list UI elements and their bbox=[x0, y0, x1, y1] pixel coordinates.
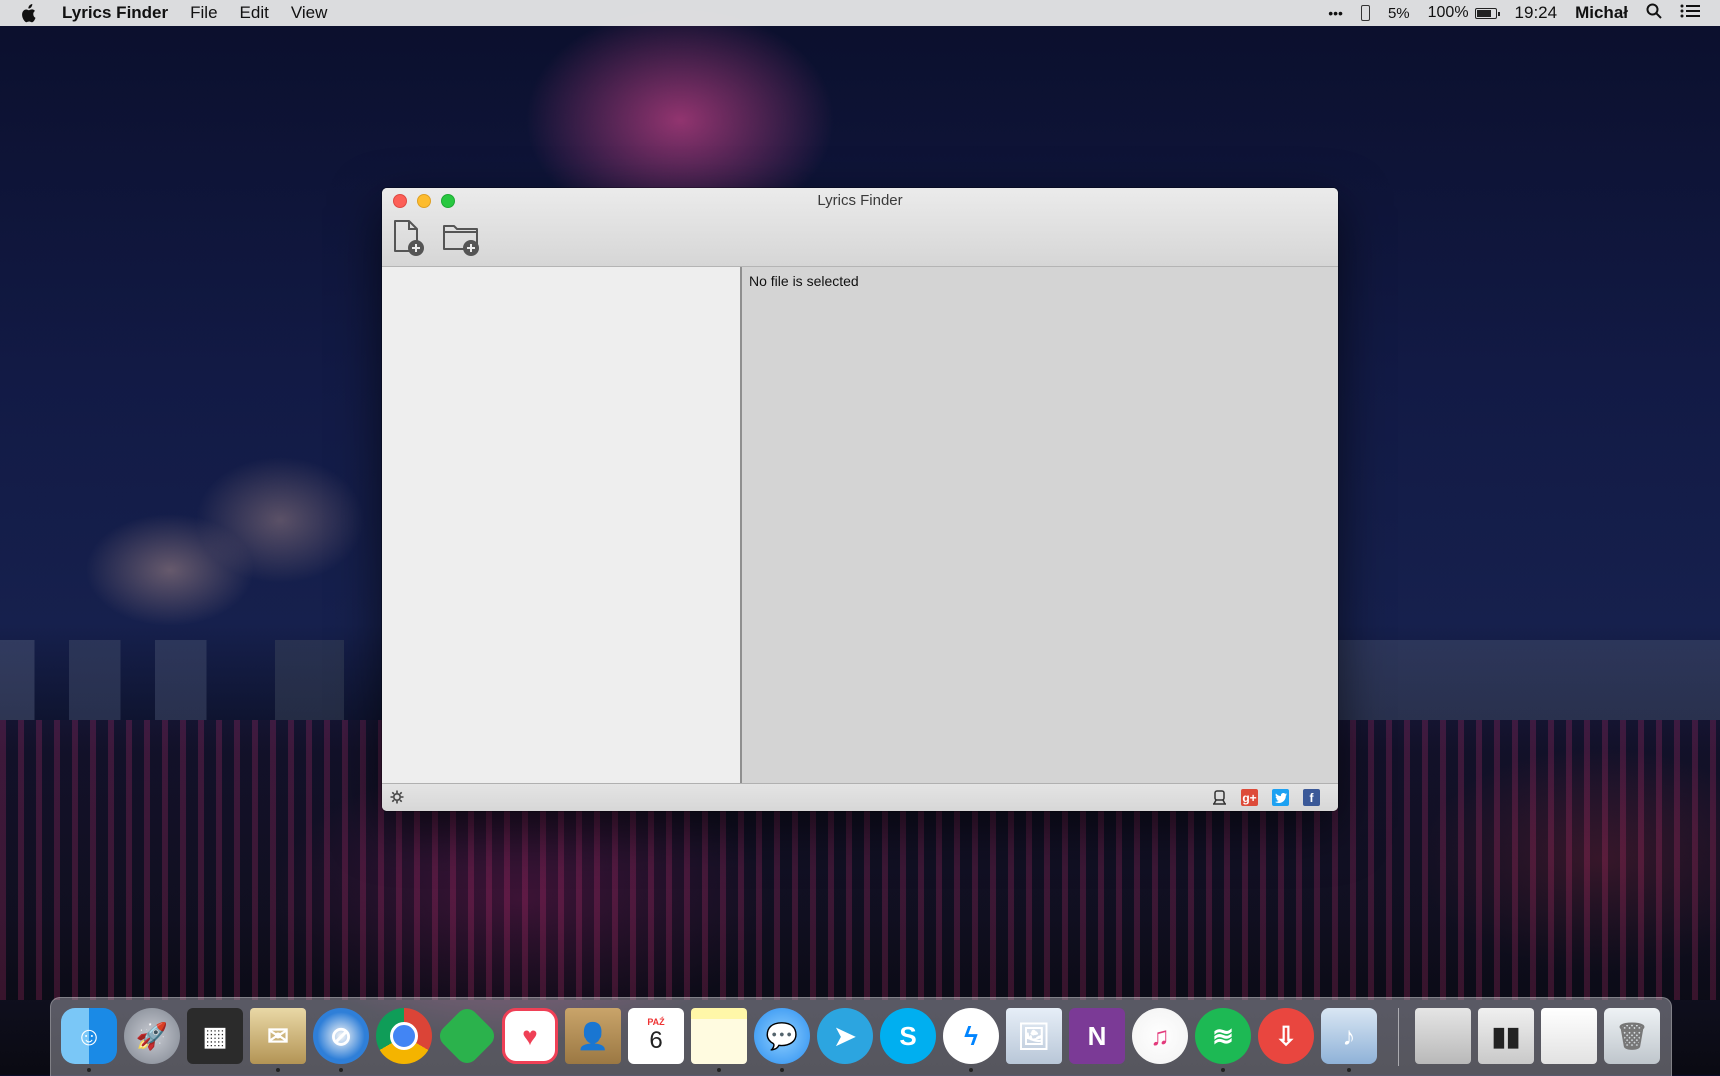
phone-battery-icon[interactable] bbox=[1360, 5, 1370, 21]
spotlight-search-icon[interactable] bbox=[1646, 3, 1662, 24]
overflow-menu-icon[interactable]: ••• bbox=[1328, 5, 1343, 21]
trash-icon[interactable]: 🗑 bbox=[1604, 1008, 1660, 1064]
window-footer: g+ f bbox=[382, 783, 1338, 811]
lyrics-detail-pane[interactable]: No file is selected bbox=[742, 267, 1338, 784]
messenger-icon[interactable]: ϟ bbox=[943, 1008, 999, 1064]
transmit-icon[interactable]: ⇩ bbox=[1258, 1008, 1314, 1064]
apple-menu-icon[interactable] bbox=[20, 3, 38, 23]
onenote-icon[interactable]: N bbox=[1069, 1008, 1125, 1064]
menu-view[interactable]: View bbox=[291, 3, 328, 23]
screenshots-stack-icon[interactable] bbox=[1541, 1008, 1597, 1064]
running-indicator bbox=[969, 1068, 973, 1072]
pocket-icon[interactable]: ♥ bbox=[502, 1008, 558, 1064]
user-name[interactable]: Michał bbox=[1575, 3, 1628, 23]
battery-icon[interactable] bbox=[1474, 7, 1500, 19]
add-file-button[interactable] bbox=[390, 218, 430, 258]
calendar-month: PAŹ bbox=[647, 1017, 665, 1027]
battery-percent[interactable]: 100% bbox=[1428, 4, 1469, 22]
messages-icon[interactable]: 💬 bbox=[754, 1008, 810, 1064]
lyrics-icon[interactable] bbox=[1211, 789, 1228, 806]
dock-separator bbox=[1398, 1008, 1399, 1066]
chrome-icon[interactable] bbox=[376, 1008, 432, 1064]
window-title: Lyrics Finder bbox=[817, 192, 903, 209]
google-plus-icon[interactable]: g+ bbox=[1241, 789, 1258, 806]
feedly-icon[interactable] bbox=[435, 1004, 499, 1068]
window-titlebar[interactable]: Lyrics Finder bbox=[382, 188, 1338, 267]
skype-icon[interactable]: S bbox=[880, 1008, 936, 1064]
contacts-icon[interactable]: 👤 bbox=[565, 1008, 621, 1064]
preview-icon[interactable]: 🖼 bbox=[1006, 1008, 1062, 1064]
phone-battery-percent[interactable]: 5% bbox=[1388, 5, 1410, 22]
notes-icon[interactable] bbox=[691, 1008, 747, 1064]
running-indicator bbox=[717, 1068, 721, 1072]
split-view: No file is selected bbox=[382, 267, 1338, 784]
running-indicator bbox=[276, 1068, 280, 1072]
running-indicator bbox=[1347, 1068, 1351, 1072]
add-folder-button[interactable] bbox=[442, 218, 482, 258]
calendar-icon[interactable]: PAŹ 6 bbox=[628, 1008, 684, 1064]
calendar-day: 6 bbox=[649, 1027, 663, 1054]
no-file-selected-label: No file is selected bbox=[749, 273, 859, 289]
menu-app-name[interactable]: Lyrics Finder bbox=[62, 3, 168, 23]
safari-icon[interactable]: ⊘ bbox=[313, 1008, 369, 1064]
mission-control-icon[interactable]: ▦ bbox=[187, 1008, 243, 1064]
launchpad-icon[interactable]: 🚀 bbox=[124, 1008, 180, 1064]
add-folder-icon bbox=[443, 225, 479, 256]
notification-center-icon[interactable] bbox=[1680, 3, 1700, 24]
menu-edit[interactable]: Edit bbox=[240, 3, 269, 23]
dock: ☺ 🚀 ▦ ✉ ⊘ ♥ 👤 PAŹ 6 💬 ➤ S ϟ 🖼 N ♫ ≋ ⇩ ♪ … bbox=[50, 997, 1672, 1076]
menu-file[interactable]: File bbox=[190, 3, 217, 23]
running-indicator bbox=[339, 1068, 343, 1072]
telegram-icon[interactable]: ➤ bbox=[817, 1008, 873, 1064]
add-file-icon bbox=[394, 220, 424, 256]
running-indicator bbox=[87, 1068, 91, 1072]
twitter-icon[interactable] bbox=[1272, 789, 1289, 806]
gear-icon[interactable] bbox=[390, 790, 404, 804]
documents-stack-icon[interactable]: ▮▮ bbox=[1478, 1008, 1534, 1064]
finder-icon[interactable]: ☺ bbox=[61, 1008, 117, 1064]
running-indicator bbox=[1221, 1068, 1225, 1072]
spotify-icon[interactable]: ≋ bbox=[1195, 1008, 1251, 1064]
lyrics-finder-dock-icon[interactable]: ♪ bbox=[1321, 1008, 1377, 1064]
clock[interactable]: 19:24 bbox=[1515, 3, 1558, 23]
running-indicator bbox=[780, 1068, 784, 1072]
itunes-icon[interactable]: ♫ bbox=[1132, 1008, 1188, 1064]
facebook-icon[interactable]: f bbox=[1303, 789, 1320, 806]
mail-icon[interactable]: ✉ bbox=[250, 1008, 306, 1064]
file-list-pane[interactable] bbox=[382, 267, 742, 784]
lyrics-finder-window: Lyrics Finder No file is selected g+ f bbox=[382, 188, 1338, 811]
downloads-stack-icon[interactable] bbox=[1415, 1008, 1471, 1064]
menu-bar: Lyrics Finder File Edit View ••• 5% 100%… bbox=[0, 0, 1720, 26]
